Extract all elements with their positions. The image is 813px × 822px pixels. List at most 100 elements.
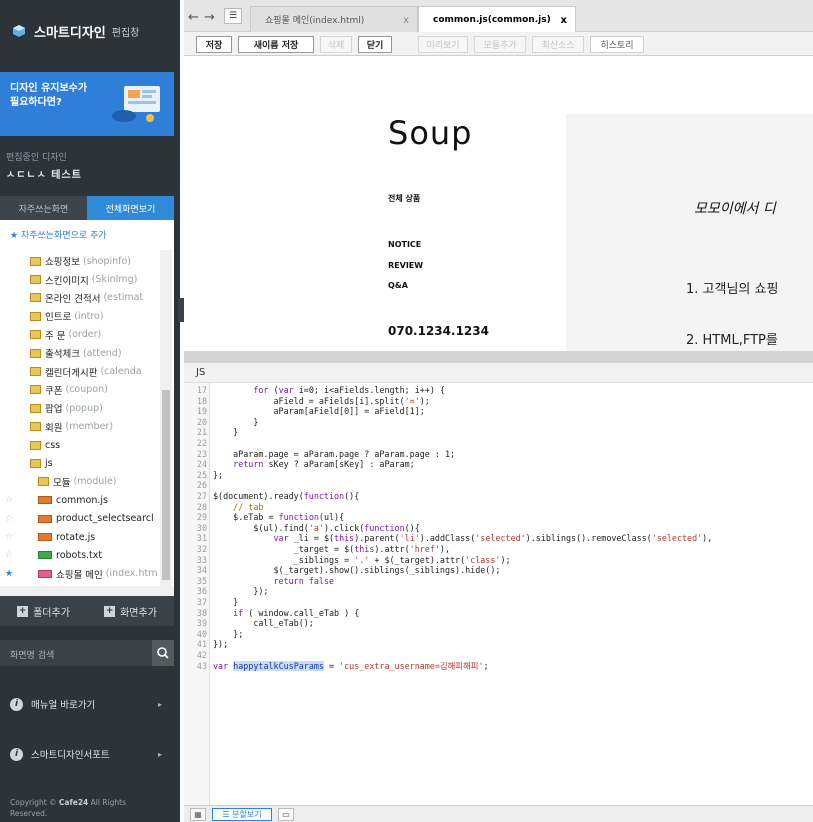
code-line[interactable]: 39 call_eTab();	[184, 618, 813, 629]
line-number: 34	[196, 565, 207, 576]
close-icon[interactable]: x	[561, 15, 567, 26]
add-to-favorites-link[interactable]: ★ 자주쓰는화면으로 추가	[10, 228, 107, 241]
code-line[interactable]: 31 var _li = $(this).parent('li').addCla…	[184, 533, 813, 544]
tree-item[interactable]: 온라인 견적서 (estimat	[0, 289, 160, 307]
tree-item-name: 주 문	[45, 330, 66, 342]
code-line[interactable]: 42	[184, 650, 813, 661]
tree-item[interactable]: ☆ product_selectsearcl	[0, 509, 160, 527]
split-view-button[interactable]: ☰ 분할보기	[212, 808, 272, 821]
tree-item[interactable]: ☆ rotate.js	[0, 528, 160, 546]
code-line[interactable]: 21 }	[184, 427, 813, 438]
code-line[interactable]: 17 for (var i=0; i<aFields.length; i++) …	[184, 385, 813, 396]
code-line[interactable]: 37 }	[184, 597, 813, 608]
code-line[interactable]: 40 };	[184, 629, 813, 640]
favorite-star-icon[interactable]: ☆	[5, 532, 13, 542]
save-as-button[interactable]: 새이름 저장	[238, 36, 314, 53]
tree-item[interactable]: 쿠폰 (coupon)	[0, 381, 160, 399]
preview-menu-qa: Q&A	[388, 281, 408, 290]
tree-item[interactable]: 팝업 (popup)	[0, 399, 160, 417]
line-number: 25	[196, 469, 207, 480]
tree-item[interactable]: 스킨이미지 (SkinImg)	[0, 270, 160, 288]
tree-item-name: 스킨이미지	[45, 275, 89, 287]
search-button[interactable]	[152, 640, 174, 666]
favorite-star-icon[interactable]: ★	[5, 569, 13, 579]
history-button[interactable]: 히스토리	[590, 36, 644, 53]
preview-phone: 070.1234.1234	[388, 324, 489, 338]
close-icon[interactable]: x	[403, 15, 409, 26]
tree-item[interactable]: ★ 쇼핑몰 메인 (index.htm	[0, 565, 160, 583]
code-line[interactable]: 43 var happytalkCusParams = 'cus_extra_us…	[184, 660, 813, 672]
tab-list-icon[interactable]: ☰	[224, 8, 242, 24]
code-line[interactable]: 28 // tab	[184, 502, 813, 513]
tree-item[interactable]: css	[0, 436, 160, 454]
code-line[interactable]: 19 aParam[aField[0]] = aField[1];	[184, 406, 813, 417]
tree-item[interactable]: 캘린더게시판 (calenda	[0, 362, 160, 380]
code-line[interactable]: 25};	[184, 470, 813, 481]
forward-arrow-icon[interactable]: →	[204, 10, 215, 25]
tab-all-screens[interactable]: 전체화면보기	[87, 196, 174, 220]
tab-favorites[interactable]: 자주쓰는화면	[0, 196, 87, 220]
code-text: };	[213, 469, 224, 480]
tree-item-id: (order)	[68, 329, 102, 341]
folder-icon	[38, 477, 49, 487]
manual-link[interactable]: i 매뉴얼 바로가기 ▸	[0, 692, 174, 716]
line-number: 27	[196, 491, 207, 501]
code-line[interactable]: 33 _siblings = '.' + $(_target).attr('cl…	[184, 555, 813, 566]
grid-view-icon[interactable]: ▦	[190, 808, 206, 821]
code-text: }	[213, 427, 239, 438]
favorite-star-icon[interactable]: ☆	[5, 550, 13, 560]
tree-item[interactable]: ☆ robots.txt	[0, 546, 160, 564]
tree-item-id: (attend)	[82, 347, 122, 359]
scrollbar-thumb[interactable]	[162, 390, 170, 580]
code-line[interactable]: 20 }	[184, 417, 813, 428]
file-icon	[38, 533, 52, 542]
code-line[interactable]: 23 aParam.page = aParam.page ? aParam.pa…	[184, 449, 813, 460]
tree-item[interactable]: js	[0, 454, 160, 472]
tab-common-js[interactable]: common.js(common.js) x	[418, 6, 576, 32]
back-arrow-icon[interactable]: ←	[188, 10, 199, 25]
delete-button[interactable]: 삭제	[320, 36, 352, 53]
favorite-star-icon[interactable]: ☆	[5, 495, 13, 505]
add-screen-button[interactable]: + 화면추가	[87, 596, 174, 626]
preview-button[interactable]: 미리보기	[418, 36, 468, 53]
latest-source-button[interactable]: 최신소스	[532, 36, 584, 53]
support-link[interactable]: i 스마트디자인서포트 ▸	[0, 742, 174, 766]
maintenance-banner[interactable]: 디자인 유지보수가 필요하다면?	[0, 72, 174, 136]
code-line[interactable]: 38 if ( window.call_eTab ) {	[184, 608, 813, 619]
code-line[interactable]: 30 $(ul).find('a').click(function(){	[184, 523, 813, 534]
tree-item[interactable]: ☆ common.js	[0, 491, 160, 509]
tab-index-html[interactable]: 쇼핑몰 메인(index.html) x	[250, 6, 418, 32]
plus-icon: +	[17, 605, 29, 617]
tree-item[interactable]: 회원 (member)	[0, 418, 160, 436]
tree-item[interactable]: 모듈 (module)	[0, 473, 160, 491]
search-input[interactable]: 화면명 검색	[10, 648, 54, 661]
single-view-icon[interactable]: ▭	[278, 808, 294, 821]
favorite-star-icon[interactable]: ☆	[5, 514, 13, 524]
code-line[interactable]: 24 return sKey ? aParam[sKey] : aParam;	[184, 459, 813, 470]
tree-item[interactable]: 주 문 (order)	[0, 326, 160, 344]
tree-item[interactable]: 쇼핑정보 (shopinfo)	[0, 252, 160, 270]
code-line[interactable]: 35 return false	[184, 576, 813, 587]
tree-item[interactable]: 인트로 (intro)	[0, 307, 160, 325]
code-line[interactable]: 36 });	[184, 586, 813, 597]
add-folder-button[interactable]: + 폴더추가	[0, 596, 87, 626]
line-number: 43	[196, 660, 207, 671]
code-line[interactable]: 22	[184, 438, 813, 449]
line-number: 35	[196, 575, 207, 586]
screen-search[interactable]: 화면명 검색	[0, 640, 174, 666]
pane-splitter[interactable]	[184, 351, 813, 363]
code-line[interactable]: 34 $(_target).show().siblings(_siblings)…	[184, 565, 813, 576]
code-editor[interactable]: 17 for (var i=0; i<aFields.length; i++) …	[184, 383, 813, 805]
save-button[interactable]: 저장	[196, 36, 232, 53]
tree-horizontal-scrollbar[interactable]	[0, 586, 174, 596]
close-button[interactable]: 닫기	[358, 36, 392, 53]
code-line[interactable]: 29 $.eTab = function(ul){	[184, 512, 813, 523]
module-add-button[interactable]: 모듈추가	[474, 36, 526, 53]
code-line[interactable]: 32 _target = $(this).attr('href'),	[184, 544, 813, 555]
code-line[interactable]: 27 $(document).ready(function(){	[184, 491, 813, 502]
code-line[interactable]: 26	[184, 480, 813, 491]
code-line[interactable]: 18 aField = aFields[i].split('=');	[184, 396, 813, 407]
code-line[interactable]: 41});	[184, 639, 813, 650]
tree-item[interactable]: 출석체크 (attend)	[0, 344, 160, 362]
tree-scrollbar[interactable]	[160, 250, 172, 588]
